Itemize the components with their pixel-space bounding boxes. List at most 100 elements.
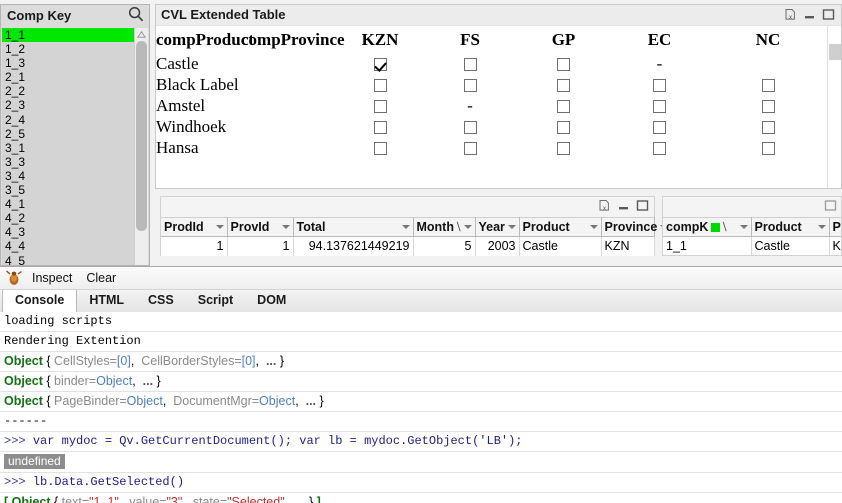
list-item[interactable]: 2_5 [2,127,135,141]
checkbox-unchecked[interactable] [373,121,387,135]
checkbox-unchecked[interactable] [653,121,666,135]
list-item[interactable]: 4_2 [2,211,135,225]
checkbox-unchecked[interactable] [761,142,775,156]
checkbox-cell[interactable] [336,137,424,158]
column-header[interactable]: Month ⧸ [413,217,476,237]
search-icon[interactable] [128,6,144,22]
scroll-thumb[interactable] [136,41,147,231]
scroll-thumb[interactable] [829,44,841,60]
list-item[interactable]: 1_1 [2,28,135,43]
checkbox-cell[interactable] [424,74,516,95]
list-item[interactable]: 2_2 [2,84,135,98]
checkbox-unchecked[interactable] [463,142,477,156]
checkbox-cell[interactable] [424,137,516,158]
export-icon[interactable]: x [784,8,797,21]
column-header[interactable]: ProvId [227,217,294,237]
maximize-icon[interactable] [822,8,835,21]
chevron-down-icon[interactable] [463,225,472,229]
tab-dom[interactable]: DOM [245,290,298,312]
table-row[interactable]: 1_1CastleKZN [663,236,841,255]
minimize-icon[interactable] [617,199,630,212]
list-item[interactable]: 2_4 [2,113,135,127]
checkbox-unchecked[interactable] [463,121,477,135]
checkbox-cell[interactable]: - [611,53,708,74]
checkbox-cell[interactable] [516,137,611,158]
checkbox-cell[interactable] [424,116,516,137]
checkbox-cell[interactable] [708,116,827,137]
column-header[interactable]: Year [475,217,520,237]
table-row[interactable]: 1 1 94.137621449219 5 2003 Castle KZN [161,236,655,256]
checkbox-cell[interactable]: - [424,95,516,116]
checkbox-cell[interactable] [708,74,827,95]
column-header[interactable]: ProdId [161,217,228,237]
checkbox-cell[interactable] [516,53,611,74]
list-item[interactable]: 1_3 [2,56,135,70]
list-item[interactable]: 2_3 [2,98,135,112]
checkbox-unchecked[interactable] [557,121,570,135]
list-item[interactable]: 2_1 [2,70,135,84]
checkbox-unchecked[interactable] [653,142,666,156]
scroll-up-arrow-icon[interactable] [135,28,148,40]
comp-key-list[interactable]: 1_1 1_2 1_3 2_1 2_2 2_3 2_4 2_5 3_1 3_3 3_4 3_5 4_1 4… [2,28,135,265]
checkbox-cell[interactable] [336,95,424,116]
minimize-icon[interactable] [803,8,816,21]
export-icon[interactable]: x [598,199,611,212]
chevron-down-icon[interactable] [817,225,826,229]
checkbox-cell[interactable] [516,74,611,95]
checkbox-unchecked[interactable] [373,100,387,114]
checkbox-cell[interactable] [424,53,516,74]
column-header[interactable]: Prov [829,217,841,237]
checkbox-cell[interactable] [611,137,708,158]
chevron-down-icon[interactable] [507,225,516,229]
checkbox-cell[interactable] [516,116,611,137]
list-item[interactable]: 3_5 [2,183,135,197]
column-header[interactable]: Product [519,217,602,237]
chevron-down-icon[interactable] [281,225,290,229]
maximize-icon[interactable] [636,199,649,212]
checkbox-unchecked[interactable] [653,100,666,114]
list-item[interactable]: 3_3 [2,155,135,169]
tab-html[interactable]: HTML [77,290,136,312]
chevron-down-icon[interactable] [215,225,224,229]
checkbox-unchecked[interactable] [557,100,570,114]
checkbox-cell[interactable] [516,95,611,116]
comp-key-scrollbar[interactable] [134,28,148,265]
list-item[interactable]: 4_1 [2,197,135,211]
checkbox-unchecked[interactable] [653,79,666,93]
cvl-vertical-scrollbar[interactable] [827,26,841,188]
checkbox-checked[interactable] [373,58,387,72]
toolbar-clear-button[interactable]: Clear [86,271,116,285]
checkbox-unchecked[interactable] [373,142,387,156]
checkbox-unchecked[interactable] [557,58,570,72]
toolbar-inspect-button[interactable]: Inspect [32,271,72,285]
checkbox-cell[interactable] [611,95,708,116]
checkbox-unchecked[interactable] [463,79,477,93]
checkbox-unchecked[interactable] [557,142,570,156]
checkbox-cell[interactable] [611,116,708,137]
checkbox-unchecked[interactable] [463,58,477,72]
list-item[interactable]: 4_3 [2,225,135,239]
tab-console[interactable]: Console [2,290,78,313]
checkbox-unchecked[interactable] [373,79,387,93]
checkbox-unchecked[interactable] [761,121,775,135]
column-header[interactable]: Total [293,217,414,237]
checkbox-cell[interactable] [708,95,827,116]
checkbox-cell[interactable] [611,74,708,95]
checkbox-cell[interactable] [336,74,424,95]
list-item[interactable]: 4_4 [2,239,135,253]
column-header[interactable]: Product [751,217,830,237]
tab-css[interactable]: CSS [136,290,186,312]
list-item[interactable]: 1_2 [2,42,135,56]
checkbox-cell[interactable] [336,53,424,74]
checkbox-unchecked[interactable] [761,79,775,93]
checkbox-cell[interactable] [336,116,424,137]
checkbox-unchecked[interactable] [761,100,775,114]
checkbox-unchecked[interactable] [557,79,570,93]
tab-script[interactable]: Script [186,290,245,312]
list-item[interactable]: 3_1 [2,141,135,155]
list-item[interactable]: 4_5 [2,254,135,266]
firebug-log-panel[interactable]: loading scripts Rendering Extention Object… [0,312,842,503]
chevron-down-icon[interactable] [739,225,748,229]
chevron-down-icon[interactable] [401,225,410,229]
chevron-down-icon[interactable] [589,225,598,229]
